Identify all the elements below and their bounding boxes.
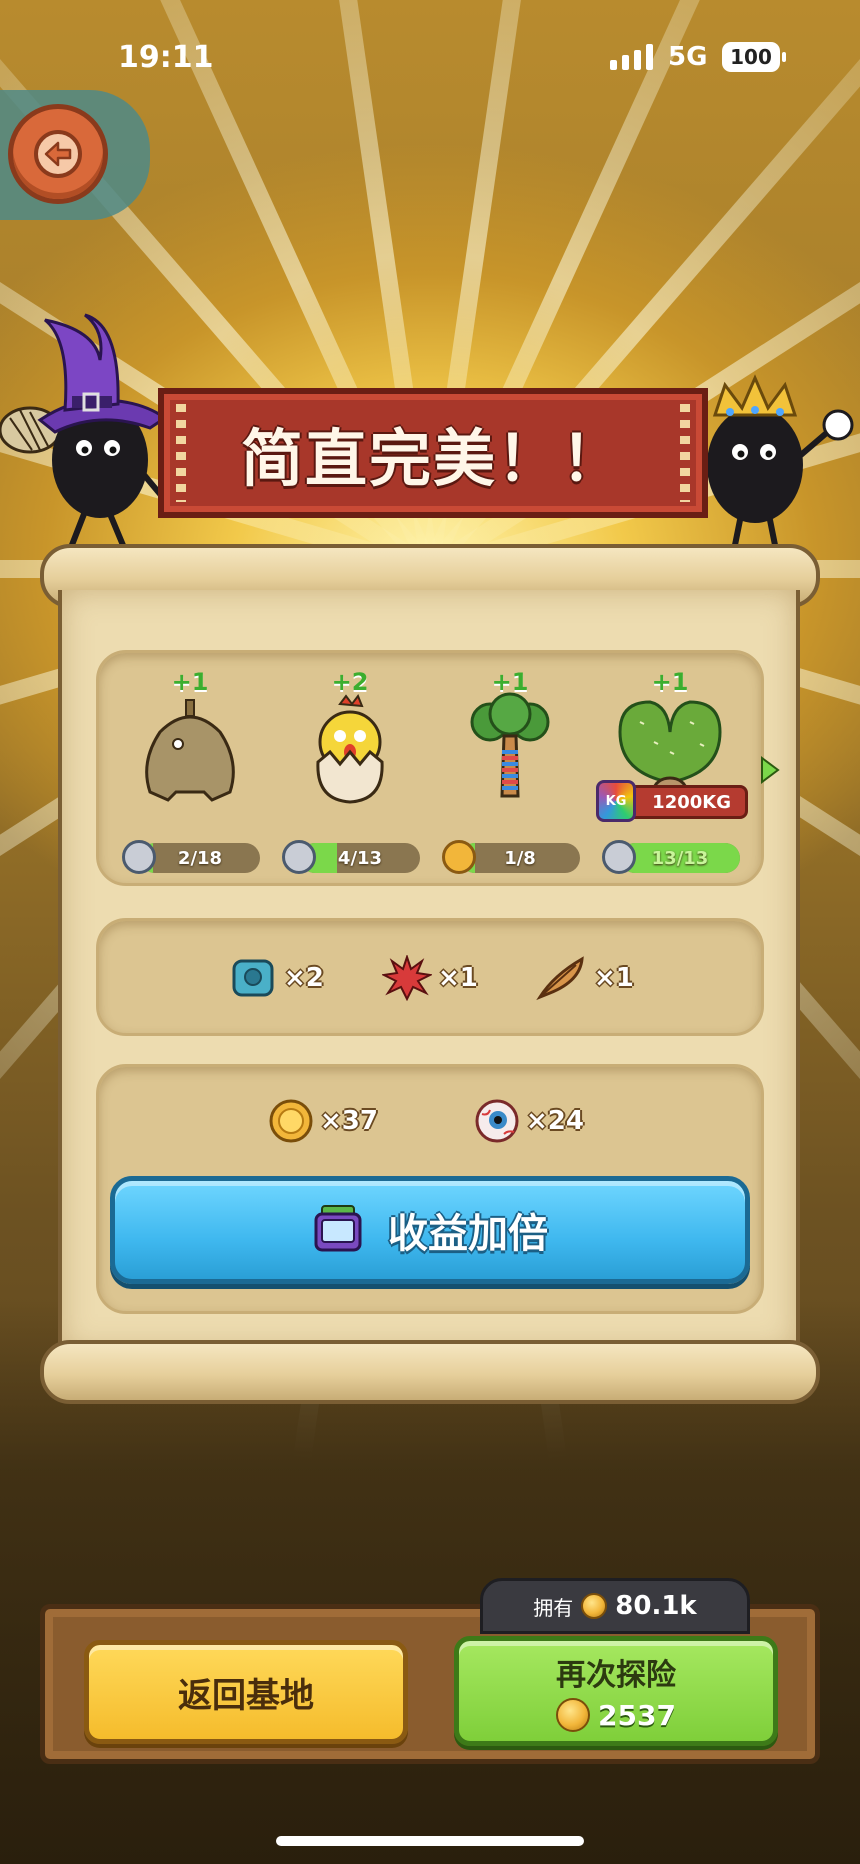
pig-coin-icon bbox=[556, 1698, 591, 1732]
feather-icon bbox=[536, 956, 584, 1001]
back-arrow-icon bbox=[34, 130, 82, 178]
home-indicator bbox=[276, 1836, 584, 1846]
weight-kg-icon: KG bbox=[596, 780, 636, 822]
pig-coin-icon bbox=[581, 1593, 608, 1619]
tv-ad-icon bbox=[314, 1205, 362, 1252]
reward-qty: ×24 bbox=[526, 1106, 584, 1136]
owned-value: 80.1k bbox=[615, 1591, 697, 1621]
material-reward: ×2 bbox=[228, 955, 324, 1001]
next-page-arrow-icon[interactable] bbox=[760, 756, 780, 784]
sack-creature-icon bbox=[145, 699, 235, 802]
eyeball-icon bbox=[475, 1099, 519, 1143]
status-bar: 19:11 5G 100 bbox=[0, 0, 860, 110]
network-type: 5G bbox=[668, 42, 708, 72]
currency-reward: ×24 bbox=[474, 1098, 584, 1144]
red-spiky-icon bbox=[382, 955, 432, 1001]
material-reward: ×1 bbox=[382, 955, 478, 1001]
battery-icon: 100 bbox=[722, 42, 786, 72]
creature-progress: 2/18 bbox=[140, 843, 260, 873]
creature-card[interactable]: +1 1/8 bbox=[440, 668, 580, 878]
blue-gear-icon bbox=[232, 959, 274, 997]
reward-qty: ×1 bbox=[438, 963, 478, 993]
king-character bbox=[707, 374, 854, 563]
double-rewards-button[interactable]: 收益加倍 bbox=[110, 1176, 750, 1284]
creature-card[interactable]: +1 2/18 bbox=[120, 668, 260, 878]
creature-progress: 1/8 bbox=[460, 843, 580, 873]
reward-qty: ×1 bbox=[594, 963, 634, 993]
signal-icon bbox=[610, 44, 653, 70]
chick-egg-creature-icon bbox=[316, 693, 384, 804]
result-banner: 简直完美！！ bbox=[158, 388, 708, 518]
gray-skull-icon bbox=[122, 840, 156, 874]
material-reward: ×1 bbox=[536, 955, 634, 1001]
owned-label: 拥有 bbox=[533, 1595, 574, 1620]
explore-cost-value: 2537 bbox=[598, 1698, 676, 1732]
scroll-bottom-rod bbox=[40, 1340, 820, 1404]
explore-cost: 2537 bbox=[556, 1698, 676, 1732]
reward-qty: ×37 bbox=[320, 1106, 378, 1136]
creature-progress: 4/13 bbox=[300, 843, 420, 873]
broccoli-creature-icon bbox=[470, 692, 550, 798]
gold-coin-icon bbox=[269, 1099, 313, 1143]
creature-progress: 13/13 bbox=[620, 843, 740, 873]
currency-reward: ×37 bbox=[268, 1098, 378, 1144]
gray-skull-icon bbox=[602, 840, 636, 874]
status-time: 19:11 bbox=[118, 40, 214, 75]
explore-again-label: 再次探险 bbox=[556, 1658, 676, 1693]
witch-character bbox=[0, 313, 168, 553]
progress-text: 13/13 bbox=[651, 847, 709, 869]
creature-card[interactable]: +2 4/13 bbox=[280, 668, 420, 878]
return-base-button[interactable]: 返回基地 bbox=[84, 1640, 408, 1744]
banner-title: 简直完美！！ bbox=[240, 422, 625, 495]
gray-skull-icon bbox=[282, 840, 316, 874]
back-button[interactable] bbox=[8, 104, 108, 204]
progress-text: 2/18 bbox=[177, 847, 223, 869]
double-rewards-label: 收益加倍 bbox=[388, 1211, 548, 1257]
progress-text: 4/13 bbox=[337, 847, 383, 869]
gold-helmet-icon bbox=[442, 840, 476, 874]
owned-coins-tab: 拥有 80.1k bbox=[480, 1578, 750, 1634]
progress-text: 1/8 bbox=[504, 847, 536, 869]
explore-again-button[interactable]: 再次探险 2537 bbox=[454, 1636, 778, 1746]
reward-qty: ×2 bbox=[284, 963, 324, 993]
creature-card[interactable]: +1 13/13 bbox=[600, 668, 740, 878]
